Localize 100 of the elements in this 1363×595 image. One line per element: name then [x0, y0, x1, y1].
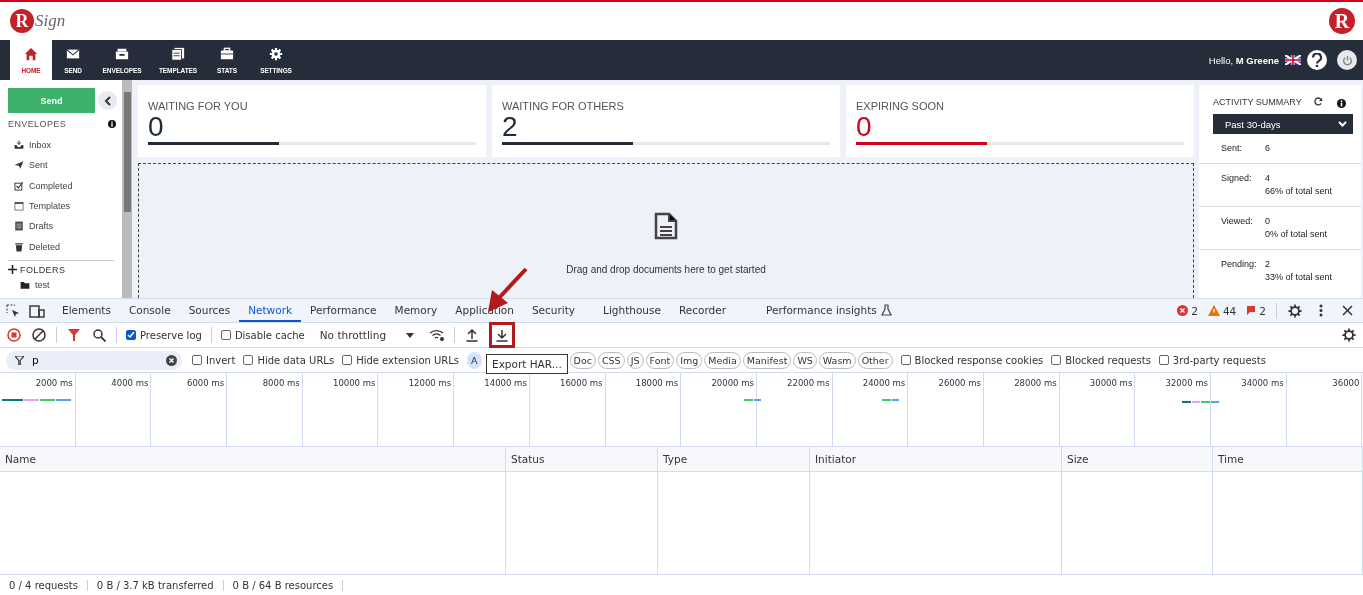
type-filter-chip[interactable]: Other — [857, 351, 893, 369]
info-icon[interactable] — [108, 120, 116, 128]
type-filter-chip[interactable]: Doc — [569, 351, 596, 369]
clear-icon[interactable] — [166, 354, 177, 366]
device-icon[interactable] — [29, 303, 45, 318]
time-tick: 34000 ms — [1241, 378, 1284, 388]
chevron-down-icon — [1338, 121, 1347, 127]
upload-button[interactable] — [464, 327, 481, 343]
sidebar-item[interactable]: Sent — [8, 155, 54, 176]
error-count[interactable]: 2 — [1191, 304, 1198, 317]
checkbox[interactable] — [126, 330, 136, 340]
status-text: 0 / 4 requests — [0, 579, 88, 591]
trash-icon — [14, 241, 24, 252]
collapse-button[interactable] — [98, 91, 117, 110]
type-filter-chip[interactable]: Wasm — [818, 351, 856, 369]
time-tick: 32000 ms — [1165, 378, 1208, 388]
clear-button[interactable] — [31, 327, 47, 343]
devtools-tab[interactable]: Application — [446, 299, 523, 322]
time-tick: 6000 ms — [187, 378, 225, 388]
checkbox[interactable] — [342, 355, 353, 365]
drop-hint: Drag and drop documents here to get started — [566, 264, 766, 275]
checkbox[interactable] — [900, 355, 911, 365]
network-conditions-button[interactable] — [429, 327, 446, 343]
type-filter-chip[interactable]: Img — [676, 351, 703, 369]
time-tick: 8000 ms — [262, 378, 300, 388]
column-header[interactable]: Status — [511, 453, 545, 465]
checkbox[interactable] — [192, 355, 202, 365]
sidebar-item[interactable]: Deleted — [8, 236, 67, 257]
stat-count: 4 — [1265, 172, 1271, 185]
inbox-tray-icon — [114, 46, 130, 61]
type-filter-chip[interactable]: JS — [626, 351, 644, 369]
time-tick: 10000 ms — [333, 378, 376, 388]
filter-field[interactable]: p — [6, 350, 182, 370]
inspect-icon[interactable] — [6, 303, 20, 318]
time-tick: 20000 ms — [711, 378, 754, 388]
sidebar-item[interactable]: Inbox — [8, 135, 58, 156]
scrollbar[interactable] — [122, 80, 132, 298]
devtools-tab[interactable]: Sources — [179, 299, 240, 322]
power-button[interactable] — [1337, 50, 1357, 70]
devtools-tab[interactable]: Memory — [385, 299, 447, 322]
warning-count[interactable]: 44 — [1222, 304, 1237, 317]
column-header[interactable]: Time — [1218, 453, 1244, 465]
sidebar-item[interactable]: Drafts — [8, 216, 59, 237]
checkbox-label: Preserve log — [140, 329, 202, 341]
refresh-icon[interactable] — [1313, 97, 1323, 106]
more-icon — [1319, 304, 1323, 317]
type-filter-chip[interactable]: A — [467, 351, 482, 369]
checkbox[interactable] — [220, 330, 231, 340]
checkbox-label: Hide data URLs — [257, 354, 335, 366]
devtools-tab[interactable]: Console — [119, 299, 180, 322]
status-text: 0 B / 64 B resources — [223, 579, 344, 591]
settings-button[interactable] — [1341, 327, 1357, 343]
period-dropdown[interactable]: Past 30-days — [1213, 114, 1353, 134]
type-filter-chip[interactable]: Manifest — [742, 351, 792, 369]
stat-label: WAITING FOR OTHERS — [502, 100, 625, 112]
search-button[interactable] — [91, 327, 107, 343]
type-filter-chip[interactable]: Media — [704, 351, 741, 369]
settings-button[interactable] — [1287, 302, 1303, 319]
devtools-tab[interactable]: Lighthouse — [594, 299, 670, 322]
info-icon[interactable] — [1336, 99, 1346, 108]
column-header[interactable]: Type — [663, 453, 688, 465]
type-filter-chip[interactable]: WS — [793, 351, 817, 369]
sidebar-item[interactable]: Completed — [8, 175, 79, 196]
checkbox[interactable] — [1158, 355, 1169, 365]
column-header[interactable]: Initiator — [815, 453, 856, 465]
column-header[interactable]: Size — [1067, 453, 1089, 465]
paper-plane-icon — [14, 160, 24, 171]
devtools-tab[interactable]: Security — [522, 299, 585, 322]
documents-icon — [170, 46, 186, 61]
issue-count[interactable]: 2 — [1259, 304, 1266, 317]
devtools-tab[interactable]: Elements — [53, 299, 120, 322]
devtools-tab[interactable]: Performance — [301, 299, 386, 322]
flag-icon[interactable] — [1285, 55, 1301, 65]
devtools-tab[interactable]: Recorder — [669, 299, 735, 322]
power-icon — [1341, 54, 1353, 66]
record-button[interactable] — [6, 327, 22, 343]
folders-heading: FOLDERS — [20, 264, 66, 275]
brand-mark: R — [1329, 8, 1355, 34]
sidebar-item[interactable]: Templates — [8, 195, 77, 217]
flask-icon — [880, 303, 892, 316]
throttling-dropdown[interactable]: No throttling — [313, 328, 421, 342]
checkbox-label: Hide extension URLs — [356, 354, 460, 366]
type-filter-chip[interactable]: Font — [645, 351, 675, 369]
download-button[interactable] — [494, 327, 511, 343]
devtools-tab[interactable]: Performance insights — [757, 299, 901, 322]
help-button[interactable] — [1307, 50, 1327, 70]
checkbox[interactable] — [243, 355, 254, 365]
checkbox[interactable] — [1051, 355, 1062, 365]
stat-value: 2 — [502, 112, 519, 142]
filter-button[interactable] — [66, 327, 82, 343]
plus-icon[interactable] — [8, 265, 17, 275]
column-header[interactable]: Name — [5, 453, 36, 465]
time-tick: 12000 ms — [408, 378, 452, 388]
devtools-tab[interactable]: Network — [239, 299, 302, 322]
question-mark-icon — [1311, 53, 1323, 67]
folder-item[interactable]: test — [8, 274, 56, 296]
logo-mark: R — [10, 9, 34, 33]
time-tick: 18000 ms — [635, 378, 679, 388]
checkbox-label: Blocked requests — [1065, 354, 1151, 366]
type-filter-chip[interactable]: CSS — [597, 351, 625, 369]
